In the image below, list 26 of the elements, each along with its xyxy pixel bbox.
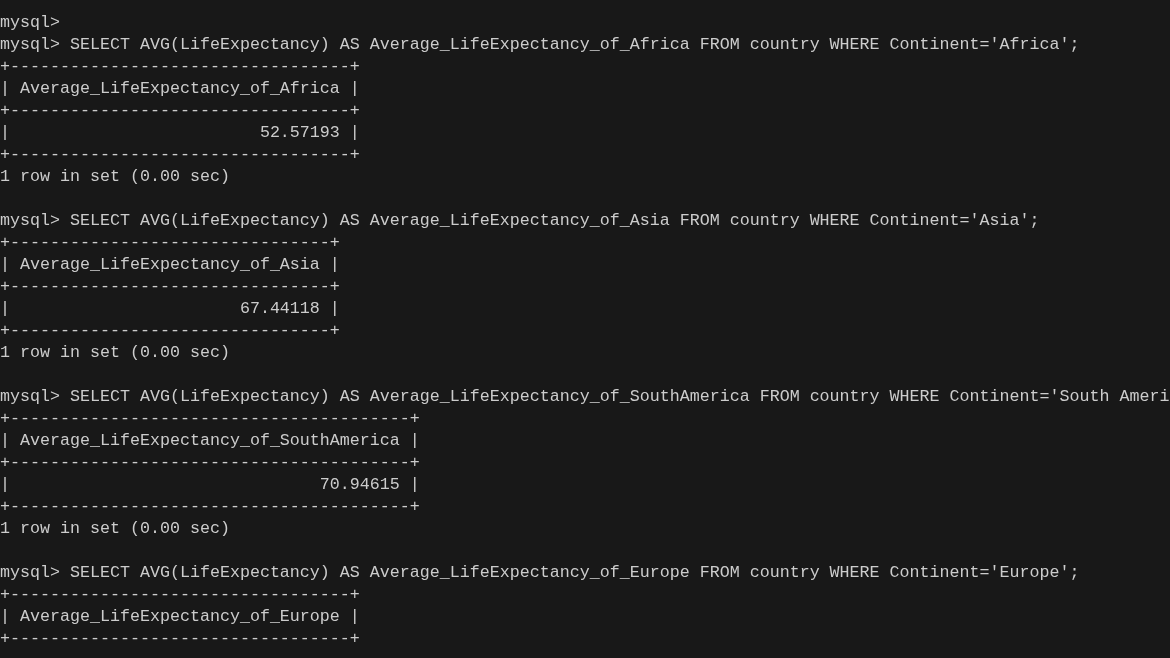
terminal-line: +--------------------------------+ [0,276,340,298]
terminal-line: | Average_LifeExpectancy_of_Africa | [0,78,360,100]
terminal-line: +----------------------------------+ [0,100,360,122]
terminal-line: 1 row in set (0.00 sec) [0,518,230,540]
terminal-line: +--------------------------------+ [0,320,340,342]
terminal-line: | Average_LifeExpectancy_of_SouthAmerica | [0,430,420,452]
terminal-line: | 52.57193 | [0,122,360,144]
terminal-line: +----------------------------------+ [0,56,360,78]
terminal-line: | Average_LifeExpectancy_of_Europe | [0,606,360,628]
terminal-line: mysql> SELECT AVG(LifeExpectancy) AS Average_LifeExpectancy_of_Asia FROM country WHERE Continent='Asia'; [0,210,1040,232]
terminal-line: mysql> SELECT AVG(LifeExpectancy) AS Average_LifeExpectancy_of_Africa FROM country WHERE Continent='Africa'; [0,34,1080,56]
terminal-line: +----------------------------------------+ [0,408,420,430]
terminal-line: +----------------------------------------+ [0,452,420,474]
terminal-line: +----------------------------------+ [0,584,360,606]
terminal-line: +----------------------------------+ [0,144,360,166]
terminal-line: 1 row in set (0.00 sec) [0,342,230,364]
terminal-line: | 67.44118 | [0,298,340,320]
terminal-line: +----------------------------------+ [0,628,360,650]
terminal-line: mysql> [0,12,60,34]
terminal-line: 1 row in set (0.00 sec) [0,166,230,188]
terminal-line: | 70.94615 | [0,474,420,496]
terminal-line: +----------------------------------------+ [0,496,420,518]
terminal-line: | Average_LifeExpectancy_of_Asia | [0,254,340,276]
terminal-line: mysql> SELECT AVG(LifeExpectancy) AS Average_LifeExpectancy_of_SouthAmerica FROM country WHERE Continent='South Ameri [0,386,1170,408]
terminal-line: +--------------------------------+ [0,232,340,254]
terminal-line: mysql> SELECT AVG(LifeExpectancy) AS Average_LifeExpectancy_of_Europe FROM country WHERE Continent='Europe'; [0,562,1080,584]
